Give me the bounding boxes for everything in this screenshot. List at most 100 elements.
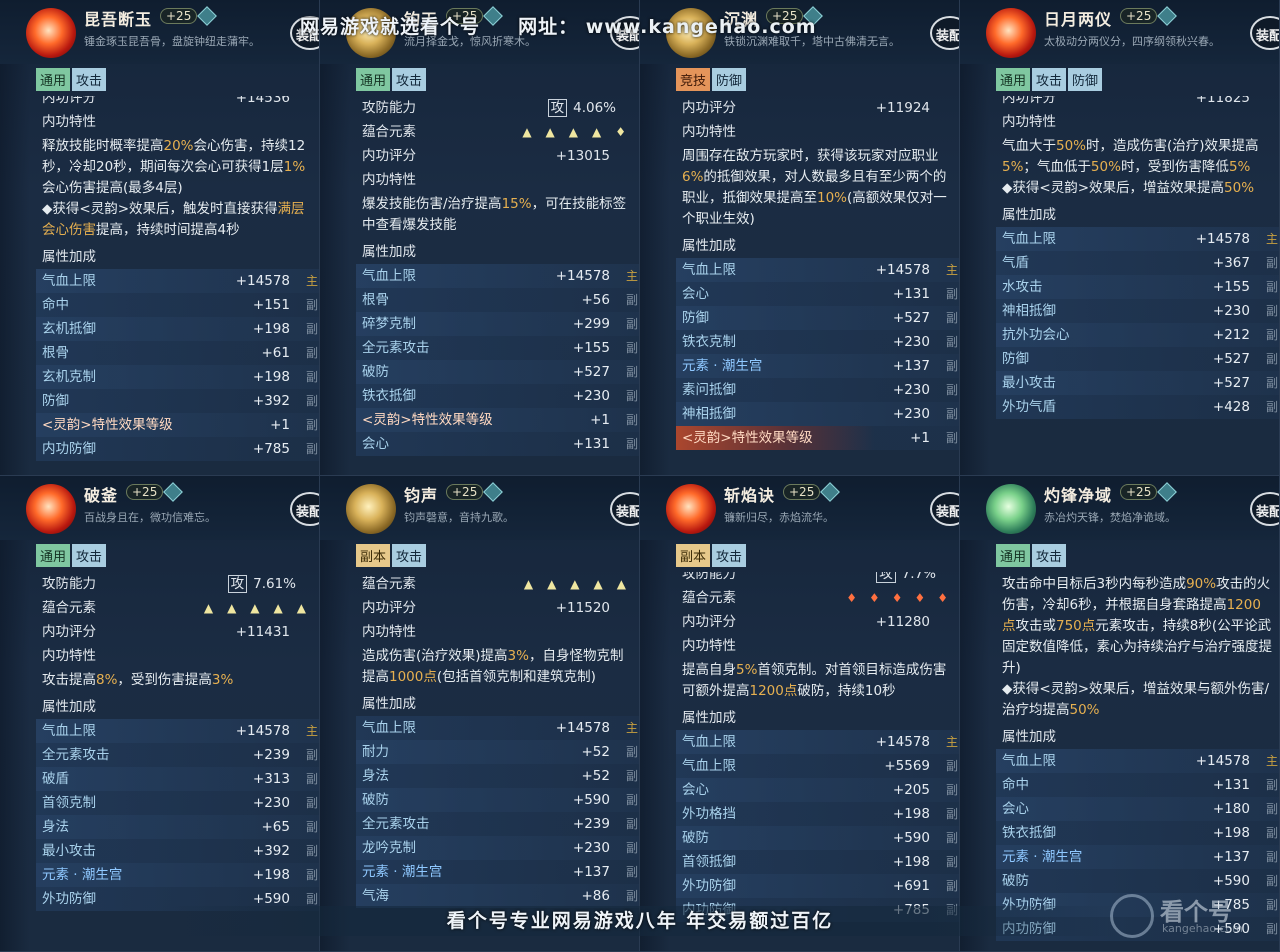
category-tag: 攻击	[1032, 544, 1067, 567]
equip-button[interactable]: 装配	[930, 492, 959, 526]
attribute-slot-mark: 副	[1266, 850, 1279, 864]
attribute-name: 属性加成	[682, 710, 736, 726]
attribute-name: 破防	[362, 792, 389, 808]
attribute-row: 破防 +590 副	[676, 826, 959, 850]
card-body: 攻防能力 攻 7.61% 蕴合元素 ▲▲▲▲▲ 内功评分 +11431 内功特性 攻击提高8%，…	[36, 572, 320, 951]
attribute-value: +1	[270, 417, 290, 433]
inner-skill-card: 钧天 +25 流月择金戈，惊风折寒木。 装配 通用 攻击 攻防能力攻 4.06% 蕴合元素 ▲▲▲…	[320, 0, 640, 476]
attack-type-box: 攻	[547, 99, 568, 117]
attribute-slot-mark: 主	[946, 735, 959, 749]
attribute-name: 内功评分	[362, 148, 416, 164]
element-pips: ▲▲▲▲▲	[203, 601, 320, 615]
highlight-value: 20%	[163, 138, 194, 154]
attribute-row: 铁衣抵御 +198 副	[996, 821, 1279, 845]
attribute-name: 攻防能力	[362, 100, 416, 116]
equip-button[interactable]: 装配	[610, 492, 639, 526]
level-badge: +25	[126, 484, 164, 500]
attribute-row: 防御 +392 副	[36, 389, 319, 413]
level-badge: +25	[160, 8, 198, 24]
attribute-value: +137	[892, 358, 930, 374]
attribute-name: 首领抵御	[682, 854, 736, 870]
attribute-name: 铁衣抵御	[1002, 825, 1056, 841]
attribute-value: +11924	[875, 100, 930, 116]
attribute-value: +428	[1212, 399, 1250, 415]
skill-emblem-icon	[986, 8, 1036, 58]
attribute-name: 外功格挡	[682, 806, 736, 822]
attribute-name: 内功评分	[42, 624, 96, 640]
attribute-row: 防御 +527 副	[996, 347, 1279, 371]
equip-button[interactable]: 装配	[290, 492, 319, 526]
section-label: 属性加成	[36, 245, 319, 269]
attribute-value: +5569	[884, 758, 930, 774]
attribute-value: +230	[252, 795, 290, 811]
attribute-name: 破盾	[42, 771, 69, 787]
attribute-row: 气血上限 +14578 主	[996, 749, 1279, 773]
highlight-value: 3%	[507, 648, 529, 664]
skill-description: 气血大于50%时，造成伤害(治疗)效果提高5%；气血低于50%时，受到伤害降低5…	[1002, 138, 1259, 196]
attribute-row: 全元素攻击 +239 副	[36, 743, 319, 767]
level-badge: +25	[1120, 484, 1158, 500]
attribute-name: 最小攻击	[1002, 375, 1056, 391]
attribute-name: 防御	[1002, 351, 1029, 367]
attribute-row: 元素 · 潮生宫 +137 副	[676, 354, 959, 378]
element-pips: ▲▲▲▲♦	[522, 125, 640, 139]
attribute-value: +198	[252, 867, 290, 883]
attribute-slot-mark: 副	[626, 841, 639, 855]
attribute-value: +14578	[235, 273, 290, 289]
attribute-slot-mark: 主	[306, 724, 319, 738]
card-header: 昆吾断玉 +25 锤金琢玉昆吾骨，盘旋钟纽走蒲牢。 装配	[0, 0, 319, 64]
attribute-row: 素问抵御 +230 副	[676, 378, 959, 402]
attribute-value: +212	[1212, 327, 1250, 343]
attribute-name: 攻防能力	[682, 572, 736, 582]
attribute-slot-mark: 副	[1266, 376, 1279, 390]
attribute-name: 首领克制	[42, 795, 96, 811]
highlight-value: 90%	[1186, 576, 1217, 592]
inner-skill-card: 沉渊 +25 铁锁沉渊难取千，塔中古佛清无言。 装配 竞技 防御 内功评分 +11924 内功特…	[640, 0, 960, 476]
attribute-value: +230	[572, 840, 610, 856]
attribute-slot-mark: 副	[306, 772, 319, 786]
attribute-name: 气血上限	[362, 720, 416, 736]
tag-list: 通用 攻击 防御	[996, 68, 1103, 91]
attribute-row: 最小攻击 +527 副	[996, 371, 1279, 395]
skill-emblem-icon	[26, 484, 76, 534]
attribute-name: 元素 · 潮生宫	[42, 867, 123, 883]
attribute-slot-mark: 副	[946, 383, 959, 397]
attribute-value: +367	[1212, 255, 1250, 271]
attribute-name: 气血上限	[42, 723, 96, 739]
attribute-row: 元素 · 潮生宫 +137 副	[996, 845, 1279, 869]
section-label: 内功评分 +14536	[36, 96, 319, 110]
logo-url: kangehao.com	[1162, 922, 1243, 935]
attribute-row: 气海 +86 副	[356, 884, 639, 908]
equip-button[interactable]: 装配	[1250, 16, 1279, 50]
attribute-slot-mark: 副	[306, 346, 319, 360]
attribute-row: 蕴合元素 ▲▲▲▲▲	[36, 596, 320, 620]
attribute-row: 蕴合元素 ▲▲▲▲▲	[356, 572, 639, 596]
attribute-slot-mark: 主	[626, 269, 639, 283]
category-tag: 攻击	[72, 544, 107, 567]
skill-description: 提高自身5%首领克制。对首领目标造成伤害可额外提高1200点破防，持续10秒	[682, 662, 947, 699]
watermark-bottom: 看个号专业网易游戏八年 年交易额过百亿	[160, 906, 1120, 936]
attribute-name: 外功防御	[42, 891, 96, 907]
highlight-value: 3%	[211, 672, 234, 688]
attribute-name: 会心	[682, 286, 709, 302]
attribute-value: +86	[581, 888, 611, 904]
attribute-name: 气血上限	[682, 262, 736, 278]
grade-gem-icon	[820, 482, 840, 502]
attribute-row: 全元素攻击 +155 副	[356, 336, 639, 360]
attribute-row: 气血上限 +14578 主	[676, 258, 959, 282]
skill-emblem-icon	[346, 484, 396, 534]
watermark-slogan: 网易游戏就选看个号	[300, 16, 481, 38]
attribute-row: 气盾 +367 副	[996, 251, 1279, 275]
skill-name: 昆吾断玉	[84, 10, 153, 29]
equip-button[interactable]: 装配	[1250, 492, 1279, 526]
attribute-value: +590	[892, 830, 930, 846]
attribute-name: 内功特性	[1002, 114, 1056, 130]
section-label: 属性加成	[676, 706, 959, 730]
attribute-name: 气血上限	[682, 758, 736, 774]
attribute-slot-mark: 副	[306, 748, 319, 762]
attribute-slot-mark: 副	[306, 298, 319, 312]
attribute-value: +691	[892, 878, 930, 894]
attack-defense-value: 攻 4.06%	[547, 96, 616, 120]
attribute-row: 元素 · 潮生宫 +137 副	[356, 860, 639, 884]
category-tag: 通用	[36, 544, 71, 567]
